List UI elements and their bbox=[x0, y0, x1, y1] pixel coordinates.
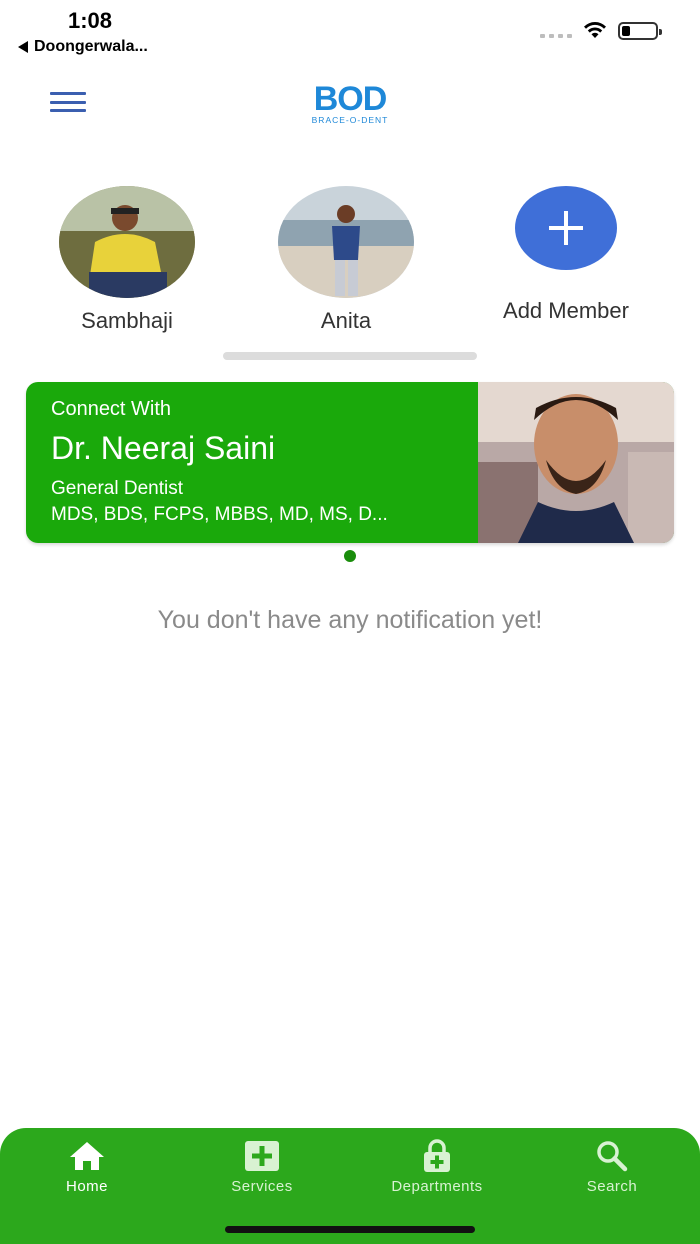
nav-label: Search bbox=[586, 1178, 638, 1195]
doctor-qualifications: MDS, BDS, FCPS, MBBS, MD, MS, D... bbox=[51, 504, 388, 525]
nav-search[interactable]: Search bbox=[537, 1138, 687, 1195]
nav-label: Departments bbox=[391, 1178, 483, 1195]
search-icon bbox=[537, 1138, 687, 1174]
logo-subtext: BRACE-O-DENT bbox=[311, 115, 389, 125]
home-indicator bbox=[225, 1226, 475, 1233]
hamburger-menu-icon[interactable] bbox=[50, 92, 86, 112]
back-triangle-icon bbox=[18, 41, 28, 53]
wifi-icon bbox=[582, 20, 608, 45]
battery-icon bbox=[618, 22, 662, 40]
members-scroll-indicator bbox=[223, 352, 477, 360]
doctor-photo bbox=[478, 382, 674, 543]
nav-services[interactable]: Services bbox=[187, 1138, 337, 1195]
plus-icon bbox=[549, 211, 583, 245]
member-sambhaji[interactable]: Sambhaji bbox=[47, 186, 207, 334]
status-time: 1:08 bbox=[68, 8, 113, 33]
member-anita[interactable]: Anita bbox=[266, 186, 426, 334]
add-member-label: Add Member bbox=[503, 298, 629, 323]
member-name: Sambhaji bbox=[81, 308, 173, 333]
doctor-connect-card[interactable]: Connect With Dr. Neeraj Saini General De… bbox=[26, 382, 674, 543]
nav-label: Home bbox=[65, 1178, 108, 1195]
empty-notifications-message: You don't have any notification yet! bbox=[157, 606, 543, 634]
nav-departments[interactable]: Departments bbox=[362, 1138, 512, 1195]
cellular-signal-icon bbox=[540, 34, 572, 38]
connect-label: Connect With bbox=[51, 398, 172, 420]
app-logo: BOD BRACE-O-DENT bbox=[302, 82, 398, 126]
avatar[interactable] bbox=[59, 186, 195, 298]
home-icon bbox=[12, 1138, 162, 1174]
add-member[interactable]: Add Member bbox=[486, 186, 646, 324]
logo-mark: BOD bbox=[313, 80, 388, 118]
nav-home[interactable]: Home bbox=[12, 1138, 162, 1195]
avatar[interactable] bbox=[278, 186, 414, 298]
battery-level bbox=[622, 26, 630, 36]
add-member-button[interactable] bbox=[515, 186, 617, 270]
back-to-app-link[interactable]: Doongerwala... bbox=[18, 38, 148, 56]
nav-label: Services bbox=[231, 1178, 293, 1195]
lock-plus-icon bbox=[362, 1138, 512, 1174]
doctor-name: Dr. Neeraj Saini bbox=[51, 430, 276, 466]
back-app-label: Doongerwala... bbox=[34, 38, 148, 55]
member-name: Anita bbox=[320, 308, 372, 333]
carousel-page-dot bbox=[344, 550, 356, 562]
medical-plus-icon bbox=[187, 1138, 337, 1174]
doctor-specialty: General Dentist bbox=[51, 478, 184, 499]
